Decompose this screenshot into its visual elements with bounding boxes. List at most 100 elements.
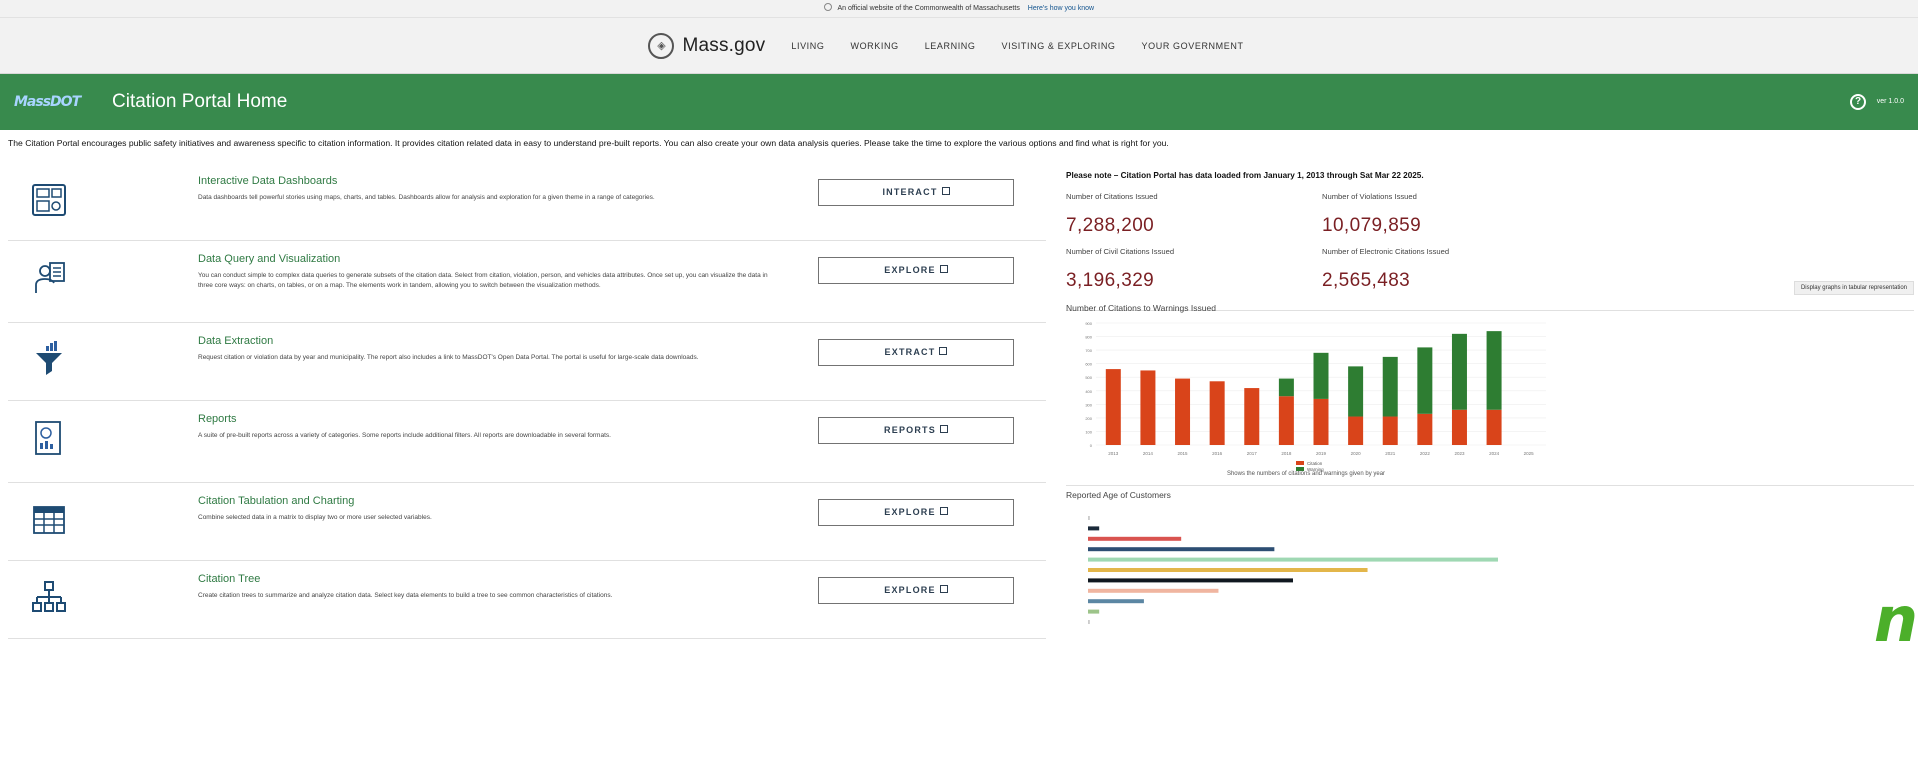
stat-label: Number of Violations Issued: [1322, 192, 1417, 201]
bar-warning-2018[interactable]: [1278, 378, 1294, 397]
tool-title[interactable]: Citation Tabulation and Charting: [198, 495, 354, 507]
tool-title[interactable]: Citation Tree: [198, 573, 260, 585]
stat-civil-citations: Number of Civil Citations Issued 3,196,3…: [1066, 247, 1322, 292]
bar-citation-2023[interactable]: [1451, 409, 1467, 445]
tool-title[interactable]: Interactive Data Dashboards: [198, 175, 337, 187]
bar-warning-2019[interactable]: [1313, 352, 1329, 399]
x-tick-label: 2013: [1108, 451, 1119, 456]
bar-warning-2021[interactable]: [1382, 356, 1398, 417]
stats-grid: Number of Citations Issued 7,288,200 Num…: [1066, 192, 1914, 311]
stat-value: 10,079,859: [1322, 215, 1422, 236]
age-bar[interactable]: [1088, 547, 1275, 552]
x-tick-label: 2018: [1281, 451, 1292, 456]
age-bar[interactable]: [1088, 526, 1100, 531]
age-bar[interactable]: [1088, 578, 1293, 583]
list-item: Data Extraction Request citation or viol…: [8, 323, 1046, 401]
list-item: Citation Tabulation and Charting Combine…: [8, 483, 1046, 561]
seal-icon: ◈: [648, 32, 675, 59]
tool-title[interactable]: Data Extraction: [198, 335, 273, 347]
bar-citation-2024[interactable]: [1486, 409, 1502, 445]
stat-label: Number of Citations Issued: [1066, 192, 1158, 201]
bar-citation-2020[interactable]: [1348, 416, 1364, 445]
bar-warning-2022[interactable]: [1417, 347, 1433, 414]
button-label: EXTRACT: [884, 347, 936, 357]
bar-citation-2013[interactable]: [1105, 369, 1121, 445]
list-item: Interactive Data Dashboards Data dashboa…: [8, 163, 1046, 241]
massdot-logo[interactable]: MassDOT: [14, 89, 94, 115]
y-tick-label: 700: [1085, 348, 1092, 353]
tool-description: Request citation or violation data by ye…: [198, 354, 699, 361]
tool-title[interactable]: Reports: [198, 413, 237, 425]
age-bar[interactable]: [1088, 557, 1498, 562]
age-bar[interactable]: [1088, 588, 1219, 593]
age-bar[interactable]: [1088, 599, 1144, 604]
tool-description: You can conduct simple to complex data q…: [198, 272, 768, 289]
list-item: Data Query and Visualization You can con…: [8, 241, 1046, 323]
bar-warning-2020[interactable]: [1348, 366, 1364, 417]
explore-button[interactable]: EXPLORE: [818, 257, 1014, 284]
bar-citation-2021[interactable]: [1382, 416, 1398, 445]
funnel-icon: [30, 341, 68, 379]
legend-label: Citation: [1307, 461, 1323, 466]
bar-citation-2018[interactable]: [1278, 396, 1294, 445]
x-tick-label: 2015: [1178, 451, 1189, 456]
tool-description: Combine selected data in a matrix to dis…: [198, 514, 432, 521]
mass-gov-logo[interactable]: Mass.gov: [682, 35, 765, 57]
page-title: Citation Portal Home: [112, 91, 288, 112]
y-tick-label: 0: [1090, 443, 1093, 448]
age-bar[interactable]: [1088, 536, 1182, 541]
nav-visiting-exploring[interactable]: VISITING & EXPLORING: [1002, 41, 1116, 51]
y-tick-label: 800: [1085, 335, 1092, 340]
data-range-note: Please note – Citation Portal has data l…: [1066, 171, 1424, 180]
bar-citation-2016[interactable]: [1209, 381, 1225, 445]
button-label: EXPLORE: [884, 507, 936, 517]
tabular-toggle-button[interactable]: Display graphs in tabular representation: [1793, 281, 1914, 295]
chart-caption: Shows the numbers of citations and warni…: [1226, 471, 1386, 477]
interact-button[interactable]: INTERACT: [818, 179, 1014, 206]
button-label: EXPLORE: [884, 585, 936, 595]
explore-button[interactable]: EXPLORE: [818, 577, 1014, 604]
logo-text: MassDOT: [14, 94, 81, 110]
how-you-know-link[interactable]: Here's how you know: [1028, 5, 1094, 12]
x-tick-label: 2025: [1524, 451, 1535, 456]
reports-button[interactable]: REPORTS: [818, 417, 1014, 444]
stat-electronic-citations: Number of Electronic Citations Issued 2,…: [1322, 247, 1578, 292]
list-item: Citation Tree Create citation trees to s…: [8, 561, 1046, 639]
age-chart-svg: [1088, 516, 1498, 624]
nav-working[interactable]: WORKING: [850, 41, 898, 51]
bar-citation-2014[interactable]: [1140, 370, 1156, 445]
help-icon[interactable]: ?: [1850, 94, 1866, 110]
nav-living[interactable]: LIVING: [791, 41, 824, 51]
y-tick-label: 200: [1085, 416, 1092, 421]
age-bar[interactable]: [1088, 516, 1090, 520]
explore-button[interactable]: EXPLORE: [818, 499, 1014, 526]
dashboard-icon: [30, 181, 68, 219]
external-link-icon: [941, 187, 950, 195]
y-tick-label: 600: [1085, 362, 1092, 367]
age-bar[interactable]: [1088, 609, 1100, 614]
bar-citation-2022[interactable]: [1417, 413, 1433, 445]
stat-label: Number of Electronic Citations Issued: [1322, 247, 1450, 256]
tool-title[interactable]: Data Query and Visualization: [198, 253, 340, 265]
age-bar[interactable]: [1088, 568, 1368, 572]
extract-button[interactable]: EXTRACT: [818, 339, 1014, 366]
intro-text: The Citation Portal encourages public sa…: [8, 138, 1169, 148]
bar-warning-2023[interactable]: [1451, 333, 1467, 410]
bar-citation-2017[interactable]: [1244, 388, 1260, 445]
nav-learning[interactable]: LEARNING: [925, 41, 976, 51]
x-tick-label: 2019: [1316, 451, 1327, 456]
official-banner: An official website of the Commonwealth …: [0, 0, 1918, 18]
report-icon: [30, 419, 68, 457]
x-tick-label: 2021: [1385, 451, 1396, 456]
table-icon: [30, 501, 68, 539]
y-tick-label: 500: [1085, 375, 1092, 380]
bar-warning-2024[interactable]: [1486, 331, 1502, 410]
x-tick-label: 2024: [1489, 451, 1500, 456]
tools-list: Interactive Data Dashboards Data dashboa…: [8, 163, 1046, 639]
bar-citation-2019[interactable]: [1313, 398, 1329, 445]
age-bar[interactable]: [1088, 620, 1090, 624]
external-link-icon: [939, 347, 948, 355]
bar-citation-2015[interactable]: [1175, 378, 1191, 445]
external-link-icon: [939, 425, 948, 433]
nav-your-government[interactable]: YOUR GOVERNMENT: [1142, 41, 1244, 51]
